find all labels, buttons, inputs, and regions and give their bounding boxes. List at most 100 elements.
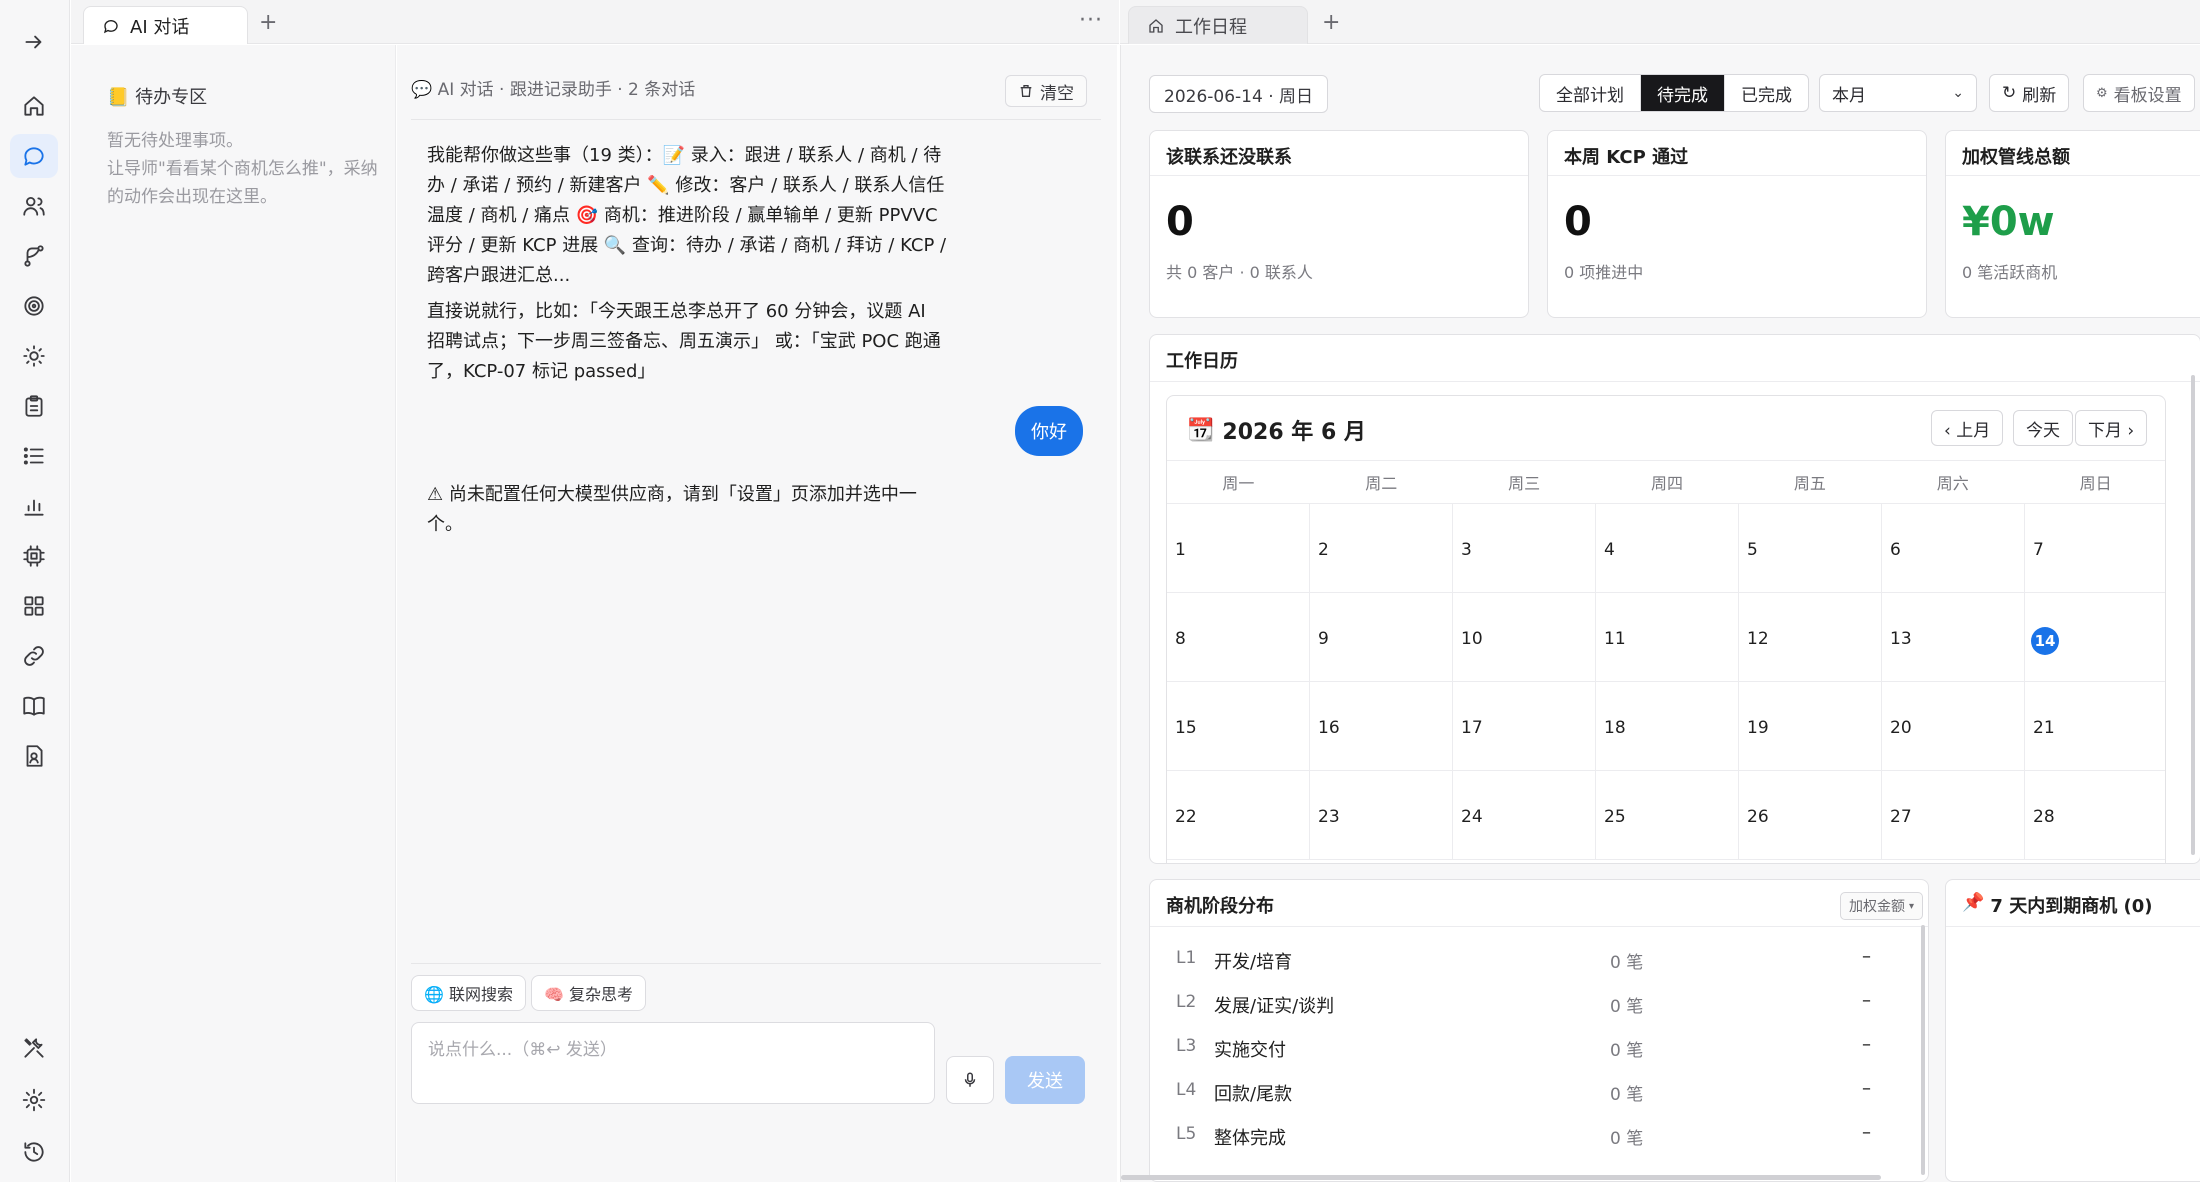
more-options-button[interactable]: ··· xyxy=(1079,8,1103,33)
tab-label: AI 对话 xyxy=(130,16,190,38)
calendar-day[interactable]: 3 xyxy=(1453,504,1596,592)
deep-think-toggle[interactable]: 🧠 复杂思考 xyxy=(531,975,647,1011)
add-tab-button[interactable]: + xyxy=(259,10,277,35)
stage-row[interactable]: L2 发展/证实/谈判 0 笔 – xyxy=(1150,982,1890,1026)
nav-list[interactable] xyxy=(10,434,58,478)
stage-card-title: 商机阶段分布 xyxy=(1166,896,1274,917)
calendar-day[interactable]: 9 xyxy=(1310,593,1453,681)
calendar-day[interactable]: 17 xyxy=(1453,682,1596,770)
nav-settings[interactable] xyxy=(10,1078,58,1122)
weighted-amount-toggle[interactable]: 加权金额 ▾ xyxy=(1840,892,1924,920)
stage-row[interactable]: L3 实施交付 0 笔 – xyxy=(1150,1026,1890,1070)
today-button[interactable]: 今天 xyxy=(2013,410,2073,446)
divider xyxy=(1946,926,2200,927)
calendar-day[interactable]: 21 xyxy=(2025,682,2165,770)
expand-sidebar-button[interactable] xyxy=(10,20,58,64)
stat-title: 本周 KCP 通过 xyxy=(1564,147,1689,168)
calendar-day[interactable]: 15 xyxy=(1167,682,1310,770)
nav-targets[interactable] xyxy=(10,284,58,328)
horizontal-scrollbar[interactable] xyxy=(1121,1175,1881,1180)
calendar-day[interactable]: 22 xyxy=(1167,771,1310,859)
nav-tasks[interactable] xyxy=(10,384,58,428)
chevron-down-icon: ⌄ xyxy=(1952,85,1964,101)
stage-row[interactable]: L5 整体完成 0 笔 – xyxy=(1150,1114,1890,1158)
microphone-icon xyxy=(964,1072,976,1087)
calendar-day[interactable]: 4 xyxy=(1596,504,1739,592)
weekday-label: 周日 xyxy=(2079,474,2112,493)
clear-chat-button[interactable]: 清空 xyxy=(1005,75,1087,107)
time-range-select[interactable]: 本月 ⌄ xyxy=(1819,74,1977,112)
calendar-day[interactable]: 27 xyxy=(1882,771,2025,859)
calendar-day[interactable]: 24 xyxy=(1453,771,1596,859)
chat-tab-bar: AI 对话 + ··· xyxy=(71,0,1119,44)
stat-subtitle: 0 笔活跃商机 xyxy=(1962,263,2058,282)
calendar-day[interactable]: 8 xyxy=(1167,593,1310,681)
nav-contacts[interactable] xyxy=(10,184,58,228)
nav-tools[interactable] xyxy=(10,1026,58,1070)
nav-insights[interactable] xyxy=(10,334,58,378)
calendar-day[interactable]: 25 xyxy=(1596,771,1739,859)
tab-ai-chat[interactable]: AI 对话 xyxy=(83,6,248,44)
contact-file-icon xyxy=(26,745,43,767)
stat-card-weighted-pipeline: 加权管线总额 ¥0w 0 笔活跃商机 xyxy=(1945,130,2200,318)
send-button[interactable]: 发送 xyxy=(1005,1056,1085,1104)
stat-title: 该联系还没联系 xyxy=(1166,147,1292,168)
calendar-day[interactable]: 5 xyxy=(1739,504,1882,592)
web-search-toggle[interactable]: 🌐 联网搜索 xyxy=(411,975,527,1011)
calendar-day[interactable]: 6 xyxy=(1882,504,2025,592)
filter-completed[interactable]: 已完成 xyxy=(1725,75,1808,111)
add-tab-button[interactable]: + xyxy=(1322,10,1340,35)
workspace-tab-bar: 工作日程 + xyxy=(1120,0,2200,44)
calendar-day[interactable]: 12 xyxy=(1739,593,1882,681)
nav-ai-chat[interactable] xyxy=(10,134,58,178)
calendar: 📆 2026 年 6 月 ‹ 上月 今天 下月 › 周一 周二 周三 周四 周五… xyxy=(1166,395,2166,863)
calendar-day[interactable]: 2 xyxy=(1310,504,1453,592)
current-date[interactable]: 2026-06-14 · 周日 xyxy=(1149,75,1329,113)
nav-apps[interactable] xyxy=(10,584,58,628)
nav-profiles[interactable] xyxy=(10,734,58,778)
calendar-day[interactable]: 19 xyxy=(1739,682,1882,770)
calendar-day[interactable]: 1 xyxy=(1167,504,1310,592)
tab-schedule[interactable]: 工作日程 xyxy=(1128,6,1308,44)
stat-subtitle: 0 项推进中 xyxy=(1564,263,1644,282)
stat-title: 加权管线总额 xyxy=(1962,147,2070,168)
calendar-day[interactable]: 26 xyxy=(1739,771,1882,859)
stage-row[interactable]: L4 回款/尾款 0 笔 – xyxy=(1150,1070,1890,1114)
chat-input[interactable] xyxy=(411,1022,935,1104)
calendar-day[interactable]: 11 xyxy=(1596,593,1739,681)
calendar-icon: 📆 xyxy=(1187,417,1215,443)
stage-scrollbar[interactable] xyxy=(1921,925,1925,1175)
divider xyxy=(1150,175,1528,176)
calendar-day[interactable]: 16 xyxy=(1310,682,1453,770)
bar-chart-icon xyxy=(24,499,44,516)
calendar-day[interactable]: 7 xyxy=(2025,504,2165,592)
home-icon xyxy=(1149,18,1163,33)
calendar-day[interactable]: 20 xyxy=(1882,682,2025,770)
calendar-day-today[interactable]: 14 xyxy=(2025,593,2165,681)
calendar-day[interactable]: 18 xyxy=(1596,682,1739,770)
nav-home[interactable] xyxy=(10,84,58,128)
calendar-scrollbar[interactable] xyxy=(2191,375,2195,855)
calendar-day[interactable]: 13 xyxy=(1882,593,2025,681)
calendar-day[interactable]: 28 xyxy=(2025,771,2165,859)
voice-input-button[interactable] xyxy=(946,1056,994,1104)
calendar-day[interactable]: 23 xyxy=(1310,771,1453,859)
filter-all-plans[interactable]: 全部计划 xyxy=(1540,75,1641,111)
next-month-button[interactable]: 下月 › xyxy=(2075,410,2148,446)
filter-pending[interactable]: 待完成 xyxy=(1641,75,1725,111)
board-settings-button[interactable]: ⚙ 看板设置 xyxy=(2083,74,2195,112)
calendar-day[interactable]: 10 xyxy=(1453,593,1596,681)
list-icon xyxy=(23,447,44,465)
nav-history[interactable] xyxy=(10,1130,58,1174)
refresh-button[interactable]: ↻ 刷新 xyxy=(1989,74,2070,112)
clipboard-icon xyxy=(25,395,43,417)
pin-icon: 📌 xyxy=(1962,892,1985,913)
nav-reports[interactable] xyxy=(10,484,58,528)
nav-pipeline[interactable] xyxy=(10,234,58,278)
prev-month-button[interactable]: ‹ 上月 xyxy=(1931,410,2004,446)
nav-models[interactable] xyxy=(10,534,58,578)
trash-icon xyxy=(1020,85,1032,97)
nav-knowledge[interactable] xyxy=(10,684,58,728)
stage-row[interactable]: L1 开发/培育 0 笔 – xyxy=(1150,938,1890,982)
nav-integrations[interactable] xyxy=(10,634,58,678)
